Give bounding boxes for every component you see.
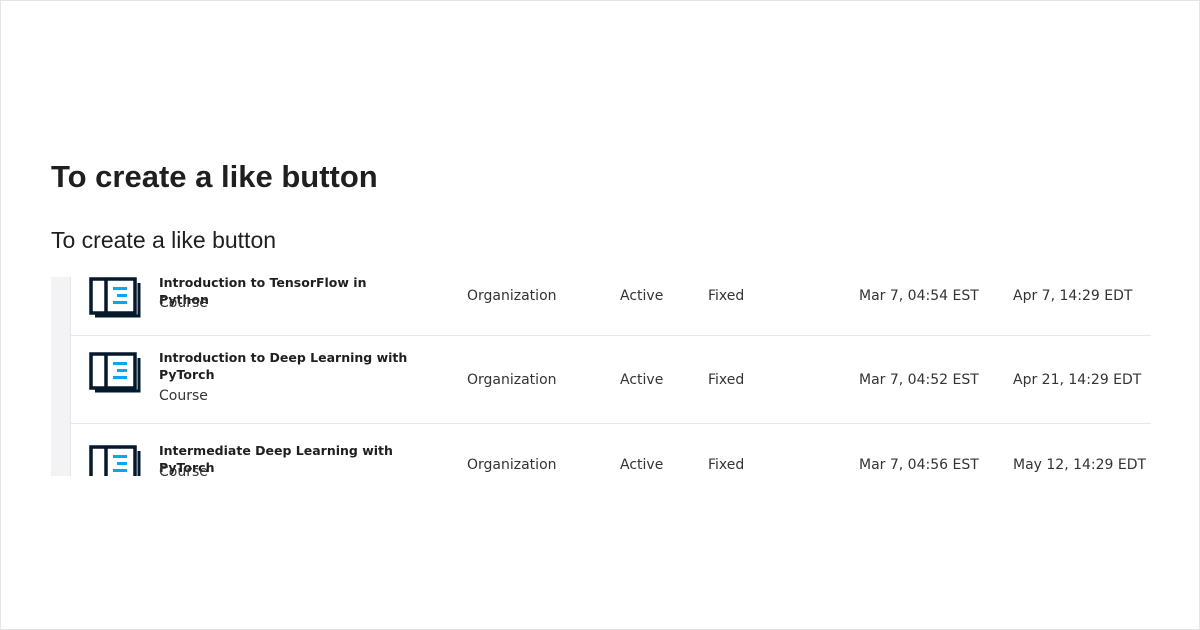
course-icon: [89, 277, 141, 318]
table-row[interactable]: Introduction to TensorFlow in Python Cou…: [71, 277, 1151, 336]
deadline-type-cell: Fixed: [708, 457, 745, 473]
table-row[interactable]: Intermediate Deep Learning with PyTorch …: [71, 424, 1151, 476]
content-type: Course: [159, 295, 208, 311]
status-cell: Active: [620, 372, 664, 388]
table-left-rail: [51, 277, 71, 476]
course-icon: [89, 352, 141, 393]
table-row[interactable]: Introduction to Deep Learning with PyTor…: [71, 336, 1151, 423]
page-title: To create a like button: [51, 159, 378, 194]
due-date-cell: Apr 7, 14:29 EDT: [1013, 288, 1133, 304]
assigned-date-cell: Mar 7, 04:52 EST: [859, 372, 979, 388]
scope-cell: Organization: [467, 372, 557, 388]
assigned-date-cell: Mar 7, 04:56 EST: [859, 457, 979, 473]
assigned-date-cell: Mar 7, 04:54 EST: [859, 288, 979, 304]
due-date-cell: Apr 21, 14:29 EDT: [1013, 372, 1142, 388]
assignments-table[interactable]: Introduction to TensorFlow in Python Cou…: [51, 277, 1151, 476]
scope-cell: Organization: [467, 457, 557, 473]
deadline-type-cell: Fixed: [708, 288, 745, 304]
status-cell: Active: [620, 288, 664, 304]
course-title[interactable]: Introduction to Deep Learning with PyTor…: [159, 349, 409, 383]
status-cell: Active: [620, 457, 664, 473]
content-type: Course: [159, 388, 208, 404]
scope-cell: Organization: [467, 288, 557, 304]
due-date-cell: May 12, 14:29 EDT: [1013, 457, 1147, 473]
course-icon: [89, 445, 141, 476]
content-type: Course: [159, 464, 208, 476]
page-subtitle: To create a like button: [51, 227, 277, 253]
deadline-type-cell: Fixed: [708, 372, 745, 388]
